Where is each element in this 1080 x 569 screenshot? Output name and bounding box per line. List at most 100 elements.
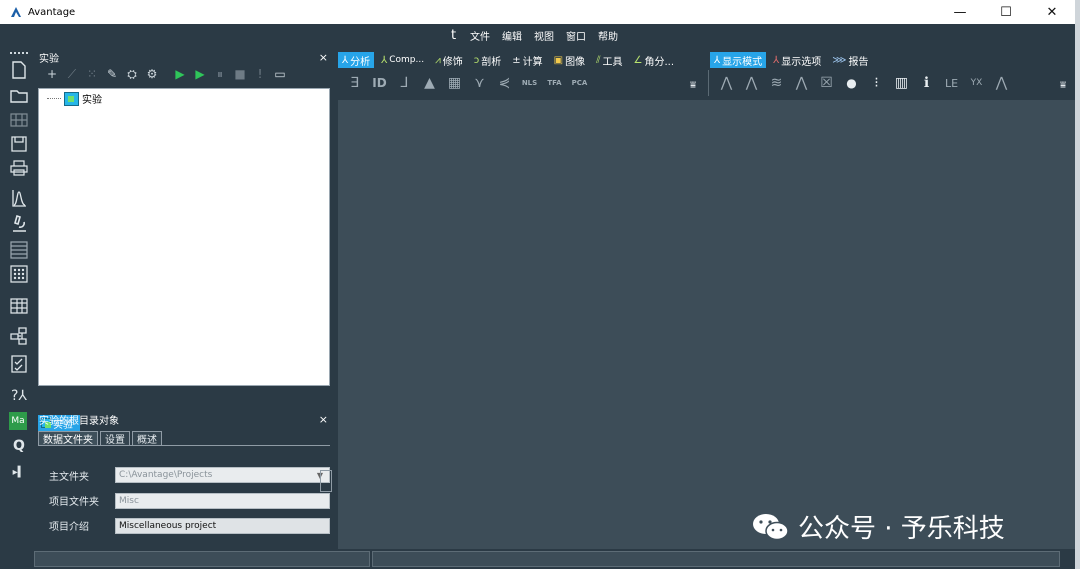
spectrum-view-icon[interactable]: ⋀ — [714, 75, 739, 91]
watermark-text: 公众号 · 予乐科技 — [798, 514, 1005, 544]
tab-settings[interactable]: 设置 — [100, 431, 130, 446]
tab-profile[interactable]: ɔ 剖析 — [470, 52, 506, 68]
le-icon[interactable]: LE — [939, 77, 964, 90]
peak-query-icon[interactable]: ?⅄ — [9, 386, 29, 406]
open-folder-icon[interactable] — [9, 86, 29, 106]
q-icon[interactable]: Q — [9, 436, 29, 456]
dot-grid-icon[interactable]: ⁙ — [82, 67, 102, 81]
peak-add-icon[interactable]: ⅃ — [392, 75, 417, 91]
status-left — [34, 551, 370, 567]
tab-report-label: 报告 — [848, 56, 869, 68]
tab-display-mode[interactable]: ⅄ 显示模式 — [710, 52, 767, 68]
alert-icon[interactable]: ! — [250, 67, 270, 81]
modify-icon: ⩘ — [435, 54, 441, 66]
run-icon[interactable]: ▶ — [170, 67, 190, 81]
peak-shape-icon[interactable]: ⋀ — [989, 75, 1014, 91]
flow-icon[interactable] — [9, 326, 29, 346]
comp-icon: ⅄ — [381, 54, 388, 66]
checklist-icon[interactable] — [9, 354, 29, 374]
menu-view[interactable]: 视图 — [534, 28, 554, 43]
tab-analysis[interactable]: ⅄ 分析 — [338, 52, 375, 68]
stack-view-icon[interactable]: ≋ — [764, 75, 789, 91]
pen-icon[interactable]: ✎ — [102, 67, 122, 81]
tfa-icon[interactable]: TFA — [542, 79, 567, 87]
bar-view-icon[interactable]: ▥ — [889, 75, 914, 91]
tab-tools[interactable]: ⫽ 工具 — [592, 52, 626, 68]
ribbon-overflow-left-icon[interactable]: ⩸ — [690, 80, 696, 91]
dots-grid-icon[interactable] — [9, 264, 29, 284]
id-icon[interactable]: ID — [367, 76, 392, 90]
tab-comp-label: Comp... — [389, 55, 425, 65]
tab-report[interactable]: ⋙ 报告 — [828, 52, 872, 68]
project-description-field[interactable]: Miscellaneous project — [115, 518, 330, 534]
tab-angle[interactable]: ∠ 角分... — [630, 52, 679, 68]
peak-id-icon[interactable]: ∃ — [342, 75, 367, 91]
grid-icon[interactable] — [9, 110, 29, 130]
settings-icon[interactable]: ⚙ — [142, 67, 162, 81]
nls-icon[interactable]: NLS — [517, 79, 542, 87]
ribbon-overflow-right-icon[interactable]: ⩸ — [1060, 80, 1066, 91]
scissors-icon[interactable]: ⋞ — [492, 75, 517, 91]
line-icon[interactable]: ⟋ — [62, 67, 82, 82]
project-folder-field[interactable]: Misc — [115, 493, 330, 509]
info-icon[interactable]: ℹ — [914, 75, 939, 91]
ribbon-separator — [708, 70, 709, 96]
tab-modify[interactable]: ⩘ 修饰 — [431, 52, 467, 68]
minimize-button[interactable]: — — [937, 0, 983, 24]
pca-icon[interactable]: PCA — [567, 79, 592, 87]
yx-icon[interactable]: YX — [964, 78, 989, 88]
status-bar — [0, 549, 1075, 569]
tree-connector — [47, 98, 61, 99]
stop-icon[interactable]: ■ — [230, 67, 250, 81]
menu-window[interactable]: 窗口 — [566, 28, 586, 43]
split-icon[interactable]: ⋎ — [467, 75, 492, 91]
tab-overview[interactable]: 概述 — [132, 431, 162, 446]
data-table-icon[interactable] — [9, 296, 29, 316]
map-view-icon[interactable]: ☒ — [814, 75, 839, 91]
scatter-view-icon[interactable]: ⁝ — [864, 75, 889, 91]
book-icon[interactable]: ▭ — [270, 67, 290, 81]
main-folder-select[interactable]: C:\Avantage\Projects ▼ — [115, 467, 330, 483]
overlay-view-icon[interactable]: ⋀ — [739, 75, 764, 91]
project-description-label: 项目介绍 — [49, 522, 89, 533]
tab-image[interactable]: ▣ 图像 — [550, 52, 589, 68]
fit-icon[interactable]: ▲ — [417, 75, 442, 91]
spectrum-icon[interactable] — [9, 188, 29, 208]
tree-item-experiment[interactable]: 实验 — [47, 91, 102, 106]
circle-view-icon[interactable]: ● — [839, 76, 864, 90]
analysis-icon-row: ∃ ID ⅃ ▲ ▦ ⋎ ⋞ NLS TFA PCA — [342, 72, 592, 94]
root-object-panel-close-button[interactable]: × — [319, 413, 328, 426]
run-step-icon[interactable]: ▶ — [190, 67, 210, 81]
project-description-value: Miscellaneous project — [119, 521, 217, 531]
experiment-panel-close-button[interactable]: × — [319, 51, 328, 64]
watermark: 公众号 · 予乐科技 — [752, 508, 1005, 545]
browse-button[interactable] — [320, 470, 332, 492]
save-icon[interactable] — [9, 134, 29, 154]
workspace-area[interactable] — [338, 100, 1075, 550]
tab-data-folder[interactable]: 数据文件夹 — [38, 431, 98, 446]
menu-file[interactable]: 文件 — [470, 28, 490, 43]
close-window-button[interactable]: ✕ — [1029, 0, 1075, 24]
tab-calculate[interactable]: ± 计算 — [508, 52, 546, 68]
tree-item-label: 实验 — [82, 95, 102, 106]
tab-tools-label: 工具 — [602, 56, 623, 68]
print-icon[interactable] — [9, 158, 29, 178]
menu-help[interactable]: 帮助 — [598, 28, 618, 43]
3d-view-icon[interactable]: ⋀ — [789, 75, 814, 91]
new-file-icon[interactable] — [9, 60, 29, 80]
maximize-button[interactable]: ☐ — [983, 0, 1029, 24]
menu-edit[interactable]: 编辑 — [502, 28, 522, 43]
microscope-icon[interactable] — [9, 214, 29, 234]
experiment-tree[interactable]: 实验 — [38, 88, 330, 386]
pause-icon[interactable]: ⏸ — [210, 67, 230, 82]
ma-icon[interactable]: Ma — [9, 412, 27, 430]
background-icon[interactable]: ▦ — [442, 75, 467, 91]
play-pause-icon[interactable]: ▸▍ — [9, 462, 29, 482]
experiment-panel: 实验 × + ⟋ ⁙ ✎ ⛭ ⚙ ▶ ▶ ⏸ ■ ! ▭ 实验 实验 — [36, 50, 332, 432]
tab-comp[interactable]: ⅄ Comp... — [377, 52, 428, 68]
add-icon[interactable]: + — [42, 67, 62, 81]
tab-display-options[interactable]: ⅄ 显示选项 — [769, 52, 825, 68]
table-icon[interactable] — [9, 240, 29, 260]
node-icon[interactable]: ⛭ — [122, 67, 142, 82]
experiment-toolbar: + ⟋ ⁙ ✎ ⛭ ⚙ ▶ ▶ ⏸ ■ ! ▭ — [36, 64, 332, 84]
